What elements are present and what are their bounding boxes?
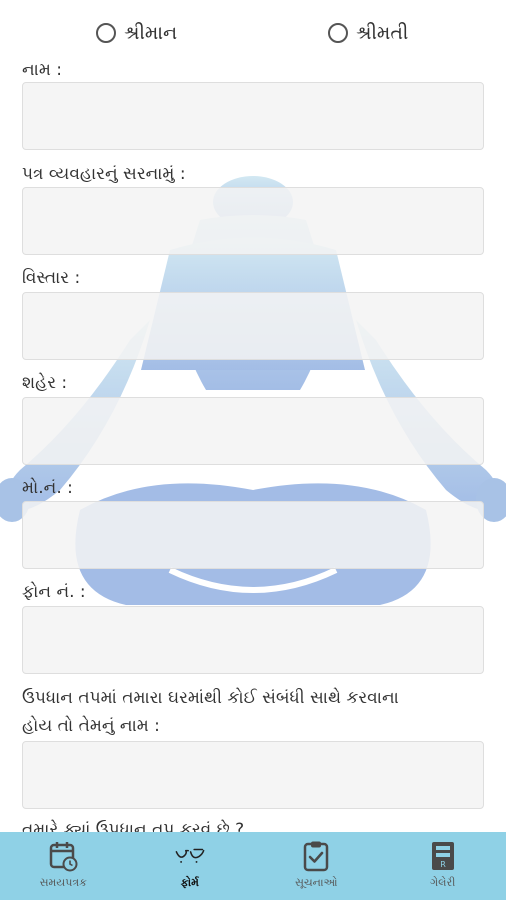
nav-label-gallery: ગેલેરી: [430, 876, 456, 889]
relative-label-line1: ઉપધાન તપમાં તમારા ઘરમાંથી કોઈ સંબંધી સાથ…: [22, 688, 399, 708]
radio-shrimati-label: શ્રીમતી: [356, 22, 409, 44]
nav-label-schedule: સમયપત્રક: [39, 876, 87, 889]
phone-input[interactable]: [22, 606, 484, 674]
calendar-clock-icon: [47, 840, 79, 872]
mobile-input[interactable]: [22, 501, 484, 569]
nav-item-form[interactable]: ફોર્મ: [127, 832, 254, 900]
relative-label: ઉપધાન તપમાં તમારા ઘરમાંથી કોઈ સંબંધી સાથ…: [22, 684, 492, 740]
city-input[interactable]: [22, 397, 484, 465]
phone-label: ફોન નં. :: [22, 582, 86, 602]
address-label: પત્ર વ્યવહારનું સરનામું :: [22, 164, 186, 184]
form-content: શ્રીમાન શ્રીમતી નામ : પત્ર વ્યવહારનું સર…: [0, 0, 506, 832]
nav-item-schedule[interactable]: સમયપત્રક: [0, 832, 127, 900]
address-input[interactable]: [22, 187, 484, 255]
city-label: શહેર :: [22, 373, 68, 393]
radio-circle-icon[interactable]: [96, 23, 116, 43]
relative-label-line2: હોય તો તેમનું નામ :: [22, 716, 160, 736]
radio-shriman[interactable]: શ્રીમાન: [96, 22, 177, 44]
area-label: વિસ્તાર :: [22, 268, 81, 288]
nav-label-instructions: સૂચનાઓ: [294, 876, 338, 889]
radio-shriman-label: શ્રીમાન: [124, 22, 178, 44]
gallery-icon: R: [427, 840, 459, 872]
next-question-label: તમારે ક્યાં ઉપધાન તપ કરવું છે ?: [22, 820, 245, 832]
radio-shrimati[interactable]: શ્રીમતી: [328, 22, 408, 44]
radio-circle-icon[interactable]: [328, 23, 348, 43]
name-label: નામ :: [22, 60, 62, 80]
bottom-nav-bar: સમયપત્રક ફોર્મ સૂચનાઓ R ગેલેરી: [0, 832, 506, 900]
mobile-label: મો.નં. :: [22, 478, 73, 498]
nav-item-gallery[interactable]: R ગેલેરી: [380, 832, 506, 900]
clipboard-check-icon: [300, 840, 332, 872]
area-input[interactable]: [22, 292, 484, 360]
relative-name-input[interactable]: [22, 741, 484, 809]
nav-label-form: ફોર્મ: [180, 876, 199, 889]
name-input[interactable]: [22, 82, 484, 150]
svg-text:R: R: [440, 860, 446, 869]
nav-item-instructions[interactable]: સૂચનાઓ: [253, 832, 380, 900]
form-logo-icon: [174, 840, 206, 872]
gender-selector: શ્રીમાન શ્રીમતી: [0, 22, 506, 52]
